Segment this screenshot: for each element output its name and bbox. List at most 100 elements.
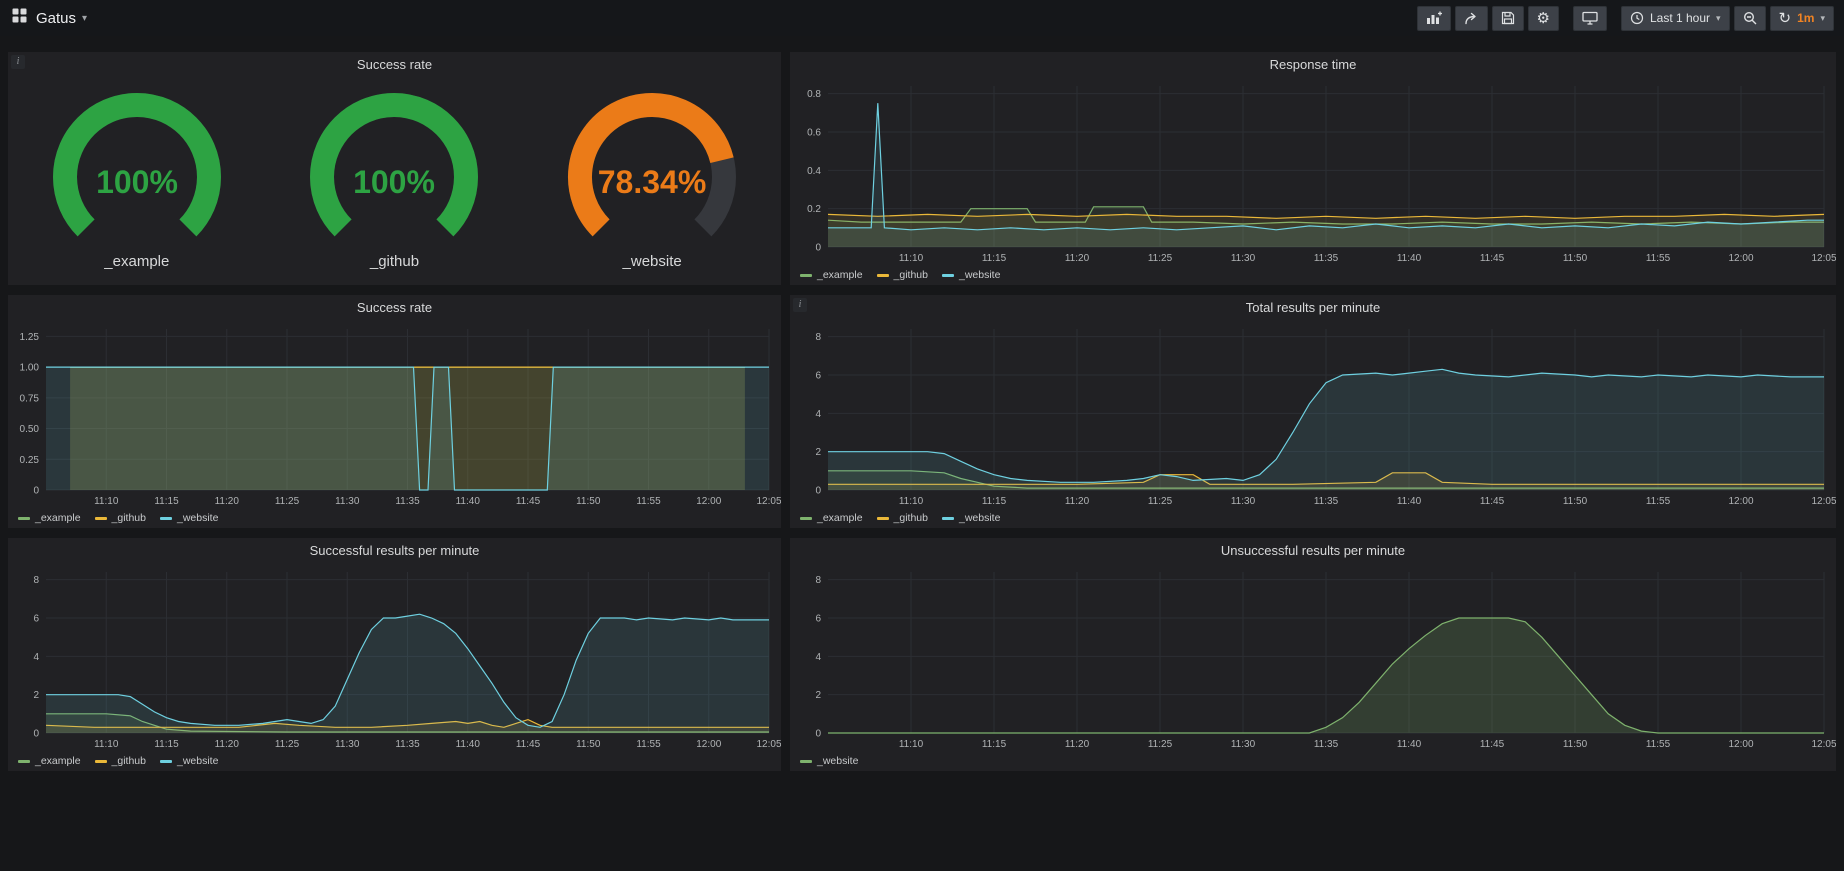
chart-plot[interactable]: 0246811:1011:1511:2011:2511:3011:3511:40… — [8, 564, 781, 751]
panel-info-icon[interactable]: i — [793, 298, 807, 312]
svg-text:11:30: 11:30 — [1231, 253, 1256, 264]
legend-item-_website[interactable]: _website — [800, 755, 858, 767]
legend-label: _website — [959, 512, 1000, 524]
zoom-out-icon — [1743, 11, 1757, 25]
panel-unsuccessful-results: Unsuccessful results per minute 0246811:… — [790, 538, 1836, 771]
legend-item-_website[interactable]: _website — [160, 512, 218, 524]
dashboard-caret-icon[interactable]: ▾ — [82, 13, 87, 24]
legend-label: _website — [177, 512, 218, 524]
panel-total-results: i Total results per minute 0246811:1011:… — [790, 295, 1836, 528]
legend-item-_website[interactable]: _website — [942, 269, 1000, 281]
gauge-label: _example — [17, 253, 257, 270]
svg-text:4: 4 — [815, 409, 821, 420]
legend-item-_github[interactable]: _github — [95, 512, 146, 524]
svg-text:11:10: 11:10 — [899, 496, 924, 507]
svg-text:0.75: 0.75 — [20, 393, 40, 404]
svg-text:11:30: 11:30 — [335, 496, 360, 507]
chart-plot[interactable]: 00.250.500.751.001.2511:1011:1511:2011:2… — [8, 321, 781, 508]
zoom-out-button[interactable] — [1734, 6, 1766, 31]
svg-text:11:25: 11:25 — [275, 739, 300, 750]
panel-title[interactable]: Unsuccessful results per minute — [790, 538, 1836, 564]
svg-text:0: 0 — [815, 729, 821, 740]
svg-text:1.25: 1.25 — [20, 332, 40, 343]
svg-text:4: 4 — [815, 652, 821, 663]
legend-color-dash — [160, 517, 172, 520]
gauge-label: _github — [274, 253, 514, 270]
legend-color-dash — [18, 760, 30, 763]
svg-text:11:20: 11:20 — [215, 496, 240, 507]
chart-plot[interactable]: 0246811:1011:1511:2011:2511:3011:3511:40… — [790, 564, 1836, 751]
legend-item-_example[interactable]: _example — [800, 269, 863, 281]
legend-color-dash — [160, 760, 172, 763]
panel-title[interactable]: Success rate — [8, 52, 781, 78]
svg-text:11:30: 11:30 — [1231, 496, 1256, 507]
panel-title[interactable]: Total results per minute — [790, 295, 1836, 321]
svg-text:11:35: 11:35 — [1314, 496, 1339, 507]
legend-color-dash — [800, 274, 812, 277]
dashboard-title[interactable]: Gatus — [36, 10, 76, 27]
svg-text:2: 2 — [815, 690, 821, 701]
chart-legend: _example _github _website — [8, 508, 781, 528]
legend-item-_website[interactable]: _website — [160, 755, 218, 767]
legend-item-_github[interactable]: _github — [95, 755, 146, 767]
legend-label: _github — [894, 269, 928, 281]
panel-title[interactable]: Success rate — [8, 295, 781, 321]
gauge-arc: 100% — [17, 89, 257, 247]
legend-color-dash — [800, 760, 812, 763]
settings-button[interactable]: ⚙ — [1528, 6, 1559, 31]
share-button[interactable] — [1455, 6, 1488, 31]
svg-text:11:20: 11:20 — [1065, 253, 1090, 264]
svg-text:11:45: 11:45 — [1480, 739, 1505, 750]
legend-item-_github[interactable]: _github — [877, 512, 928, 524]
legend-label: _website — [817, 755, 858, 767]
legend-item-_website[interactable]: _website — [942, 512, 1000, 524]
svg-text:8: 8 — [815, 332, 821, 343]
gauge-value: 100% — [354, 164, 436, 200]
add-panel-button[interactable] — [1417, 6, 1451, 31]
refresh-button[interactable]: ↻ 1m ▾ — [1770, 6, 1834, 31]
gauge-value: 100% — [96, 164, 178, 200]
panel-title[interactable]: Successful results per minute — [8, 538, 781, 564]
legend-color-dash — [95, 760, 107, 763]
svg-text:11:10: 11:10 — [899, 253, 924, 264]
svg-text:12:05: 12:05 — [1811, 496, 1836, 507]
time-range-button[interactable]: Last 1 hour ▾ — [1621, 6, 1730, 31]
legend-color-dash — [942, 274, 954, 277]
svg-text:11:25: 11:25 — [275, 496, 300, 507]
chart-area: 0246811:1011:1511:2011:2511:3011:3511:40… — [8, 564, 781, 751]
legend-item-_example[interactable]: _example — [18, 512, 81, 524]
svg-text:11:35: 11:35 — [395, 496, 420, 507]
svg-text:0: 0 — [815, 243, 821, 254]
gear-icon: ⚙ — [1537, 11, 1550, 26]
panel-title[interactable]: Response time — [790, 52, 1836, 78]
svg-text:11:20: 11:20 — [1065, 739, 1090, 750]
tv-mode-button[interactable] — [1573, 6, 1607, 31]
legend-item-_example[interactable]: _example — [18, 755, 81, 767]
svg-text:11:50: 11:50 — [1563, 496, 1588, 507]
svg-text:11:50: 11:50 — [576, 739, 601, 750]
chart-area: 00.20.40.60.811:1011:1511:2011:2511:3011… — [790, 78, 1836, 265]
dashboard-picker[interactable]: Gatus ▾ — [12, 8, 87, 28]
svg-text:11:40: 11:40 — [1397, 253, 1422, 264]
chart-plot[interactable]: 0246811:1011:1511:2011:2511:3011:3511:40… — [790, 321, 1836, 508]
svg-text:11:55: 11:55 — [1646, 253, 1671, 264]
legend-item-_example[interactable]: _example — [800, 512, 863, 524]
panel-info-icon[interactable]: i — [11, 55, 25, 69]
chart-plot[interactable]: 00.20.40.60.811:1011:1511:2011:2511:3011… — [790, 78, 1836, 265]
legend-item-_github[interactable]: _github — [877, 269, 928, 281]
svg-text:11:40: 11:40 — [456, 496, 481, 507]
legend-color-dash — [877, 517, 889, 520]
svg-text:0.4: 0.4 — [807, 166, 821, 177]
chart-legend: _example _github _website — [8, 751, 781, 771]
svg-text:0.25: 0.25 — [20, 455, 40, 466]
save-button[interactable] — [1492, 6, 1524, 31]
svg-text:11:30: 11:30 — [335, 739, 360, 750]
dashboard-grid-icon[interactable] — [12, 8, 27, 28]
svg-text:0.6: 0.6 — [807, 128, 821, 139]
svg-text:0.50: 0.50 — [20, 424, 40, 435]
panel-response-time: Response time 00.20.40.60.811:1011:1511:… — [790, 52, 1836, 285]
svg-text:11:35: 11:35 — [1314, 253, 1339, 264]
svg-text:11:55: 11:55 — [636, 739, 661, 750]
legend-label: _github — [112, 755, 146, 767]
svg-text:8: 8 — [815, 575, 821, 586]
